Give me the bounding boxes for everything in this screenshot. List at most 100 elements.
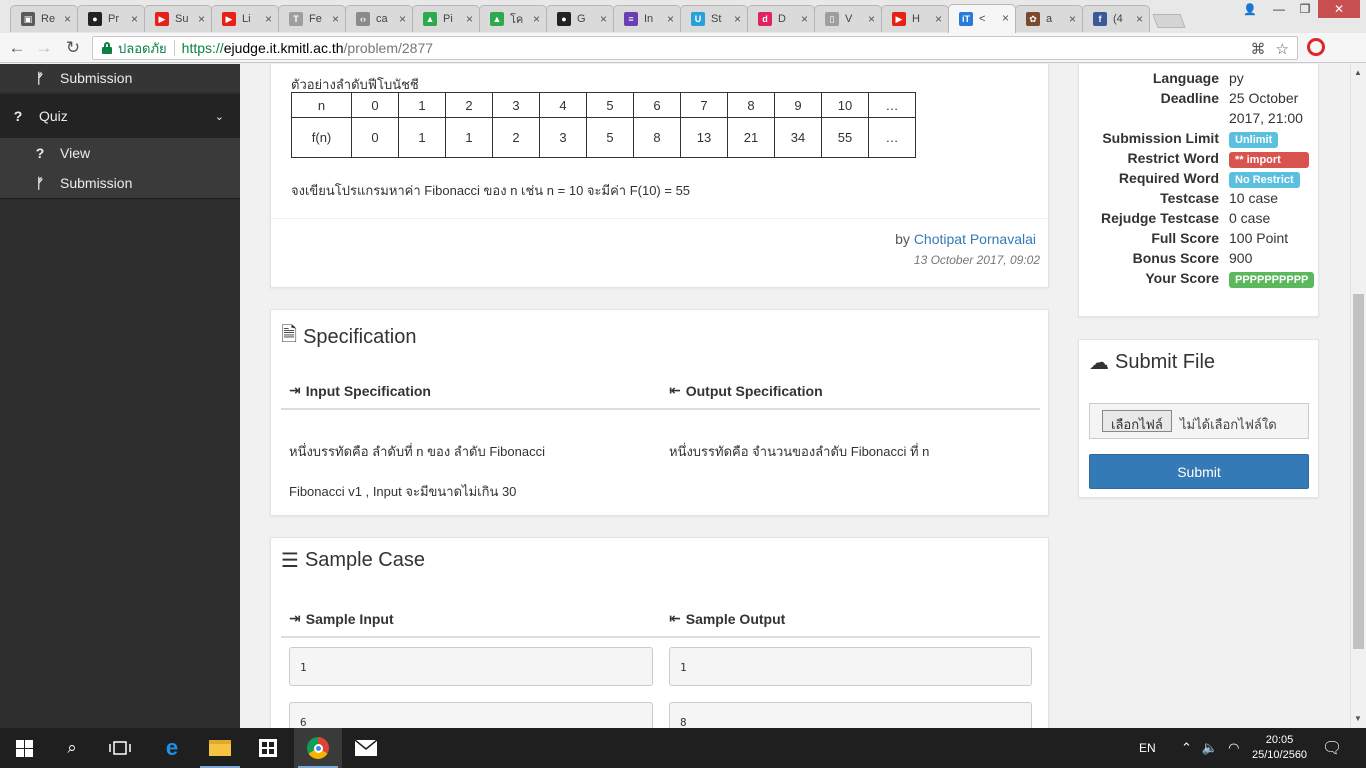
browser-tab[interactable]: T Fe × <box>278 5 346 32</box>
translate-icon[interactable]: ⌘ <box>1251 40 1266 58</box>
tab-close-icon[interactable]: × <box>1069 12 1076 26</box>
reload-icon[interactable]: ↻ <box>63 38 83 58</box>
browser-tab[interactable]: ‹› ca × <box>345 5 413 32</box>
browser-tab[interactable]: f (4 × <box>1082 5 1150 32</box>
status-badge: No Restrict <box>1229 172 1300 188</box>
tab-close-icon[interactable]: × <box>332 12 339 26</box>
mail-icon[interactable] <box>342 728 390 768</box>
browser-toolbar: ← → ↻ ปลอดภัย https://ejudge.it.kmitl.ac… <box>0 33 1366 98</box>
table-cell-n: 4 <box>539 92 587 118</box>
file-explorer-icon[interactable] <box>196 728 244 768</box>
table-cell-fn: 0 <box>351 117 399 158</box>
browser-tab[interactable]: ✿ a × <box>1015 5 1083 32</box>
sample-output-1[interactable]: 1 <box>669 647 1032 686</box>
tab-close-icon[interactable]: × <box>533 12 540 26</box>
info-your-score: Your Score PPPPPPPPPP <box>1079 270 1319 290</box>
browser-tab[interactable]: ▶ H × <box>881 5 949 32</box>
notifications-icon[interactable]: 🗨 <box>1322 728 1342 768</box>
sidebar-item-submission-top[interactable]: ᚠ Submission <box>0 64 240 92</box>
profile-icon[interactable]: 👤 <box>1238 0 1262 18</box>
browser-tab[interactable]: ● Pr × <box>77 5 145 32</box>
fibonacci-table: n 0 1 2 3 4 5 6 7 8 9 10… f(n) 0 1 1 2 3 5 8 13 21 34 55… <box>291 92 916 158</box>
browser-tab[interactable]: ▣ Re × <box>10 5 78 32</box>
sidebar-group-quiz[interactable]: ? Quiz ⌄ <box>0 94 240 138</box>
browser-tab[interactable]: ≡ In × <box>613 5 681 32</box>
question-icon: ? <box>13 108 23 124</box>
wifi-icon[interactable]: ◠ <box>1228 740 1239 756</box>
table-cell-fn: 55 <box>821 117 869 158</box>
browser-tab[interactable]: ▲ Pi × <box>412 5 480 32</box>
browser-tab[interactable]: d D × <box>747 5 815 32</box>
tab-close-icon[interactable]: × <box>1136 12 1143 26</box>
info-rejudge: Rejudge Testcase 0 case <box>1100 210 1271 226</box>
window-controls: — ❐ ✕ <box>1266 0 1360 18</box>
tab-close-icon[interactable]: × <box>198 12 205 26</box>
scrollbar-thumb[interactable] <box>1353 294 1364 649</box>
scroll-down-icon[interactable]: ▼ <box>1354 714 1362 723</box>
sign-out-icon: ⇤ <box>669 610 681 626</box>
browser-tab[interactable]: ▲ โค × <box>479 5 547 32</box>
input-specification-heading: ⇥ Input Specification <box>289 382 431 399</box>
sidebar-item-submission[interactable]: ᚠ Submission <box>0 168 240 198</box>
tab-close-icon[interactable]: × <box>868 12 875 26</box>
info-submission-limit: Submission Limit Unlimit <box>1079 130 1319 150</box>
chevron-up-icon[interactable]: ⌃ <box>1181 740 1192 756</box>
table-cell-fn: 21 <box>727 117 775 158</box>
edge-icon[interactable]: e <box>148 728 196 768</box>
tab-close-icon[interactable]: × <box>667 12 674 26</box>
info-restrict-word: Restrict Word ** import <box>1079 150 1319 170</box>
submit-button[interactable]: Submit <box>1089 454 1309 489</box>
language-indicator[interactable]: EN <box>1139 728 1156 768</box>
volume-icon[interactable]: 🔈 <box>1202 740 1218 756</box>
back-arrow-icon[interactable]: ← <box>7 38 27 58</box>
tab-close-icon[interactable]: × <box>1002 11 1009 25</box>
chrome-icon[interactable] <box>294 728 342 768</box>
browser-tab[interactable]: U St × <box>680 5 748 32</box>
restore-button[interactable]: ❐ <box>1292 0 1318 18</box>
file-input[interactable]: เลือกไฟล์ ไม่ได้เลือกไฟล์ใด <box>1089 403 1309 439</box>
browser-tab[interactable]: ▶ Su × <box>144 5 212 32</box>
author-line: by Chotipat Pornavalai <box>895 231 1036 247</box>
table-cell-n: 2 <box>445 92 493 118</box>
tab-close-icon[interactable]: × <box>64 12 71 26</box>
secure-label: ปลอดภัย <box>118 40 167 56</box>
tab-close-icon[interactable]: × <box>600 12 607 26</box>
tab-close-icon[interactable]: × <box>935 12 942 26</box>
choose-file-button[interactable]: เลือกไฟล์ <box>1102 410 1172 432</box>
browser-tab[interactable]: ▶ Li × <box>211 5 279 32</box>
browser-tab[interactable]: iT < × <box>948 4 1016 33</box>
address-bar[interactable]: ปลอดภัย https://ejudge.it.kmitl.ac.th/pr… <box>92 36 1298 60</box>
bookmark-star-icon[interactable]: ☆ <box>1276 40 1289 58</box>
browser-tab[interactable]: ● G × <box>546 5 614 32</box>
posted-date: 13 October 2017, 09:02 <box>913 253 1040 267</box>
task-view-icon[interactable] <box>96 728 144 768</box>
tab-close-icon[interactable]: × <box>734 12 741 26</box>
tab-close-icon[interactable]: × <box>466 12 473 26</box>
minimize-button[interactable]: — <box>1266 0 1292 18</box>
store-icon[interactable] <box>244 728 292 768</box>
browser-tab[interactable]: ▯ V × <box>814 5 882 32</box>
tab-close-icon[interactable]: × <box>801 12 808 26</box>
scroll-up-icon[interactable]: ▲ <box>1354 68 1362 77</box>
table-cell-fn: 5 <box>586 117 634 158</box>
sample-output-2[interactable]: 8 <box>669 702 1032 728</box>
close-window-button[interactable]: ✕ <box>1318 0 1360 18</box>
table-cell-fn: 34 <box>774 117 822 158</box>
clock[interactable]: 20:05 25/10/2560 <box>1252 728 1307 768</box>
opera-extension-icon[interactable] <box>1307 38 1325 56</box>
sidebar-item-view[interactable]: ? View <box>0 138 240 168</box>
page-scrollbar[interactable]: ▲ ▼ <box>1350 64 1366 728</box>
tab-list: ▣ Re × ● Pr × ▶ Su × ▶ Li × T Fe × ‹› ca × ▲ Pi × ▲ โค × ● G × ≡ In ×… <box>10 2 1186 33</box>
tab-close-icon[interactable]: × <box>131 12 138 26</box>
author-link[interactable]: Chotipat Pornavalai <box>914 231 1036 247</box>
sample-input-1[interactable]: 1 <box>289 647 653 686</box>
sample-output-heading: ⇤ Sample Output <box>669 610 786 627</box>
search-icon[interactable]: ⌕ <box>48 728 96 768</box>
code-fork-icon: ᚠ <box>35 70 45 86</box>
new-tab-button[interactable] <box>1152 14 1186 28</box>
forward-arrow-icon[interactable]: → <box>34 38 54 58</box>
windows-start-icon[interactable] <box>0 728 48 768</box>
tab-close-icon[interactable]: × <box>399 12 406 26</box>
tab-close-icon[interactable]: × <box>265 12 272 26</box>
sample-input-2[interactable]: 6 <box>289 702 653 728</box>
